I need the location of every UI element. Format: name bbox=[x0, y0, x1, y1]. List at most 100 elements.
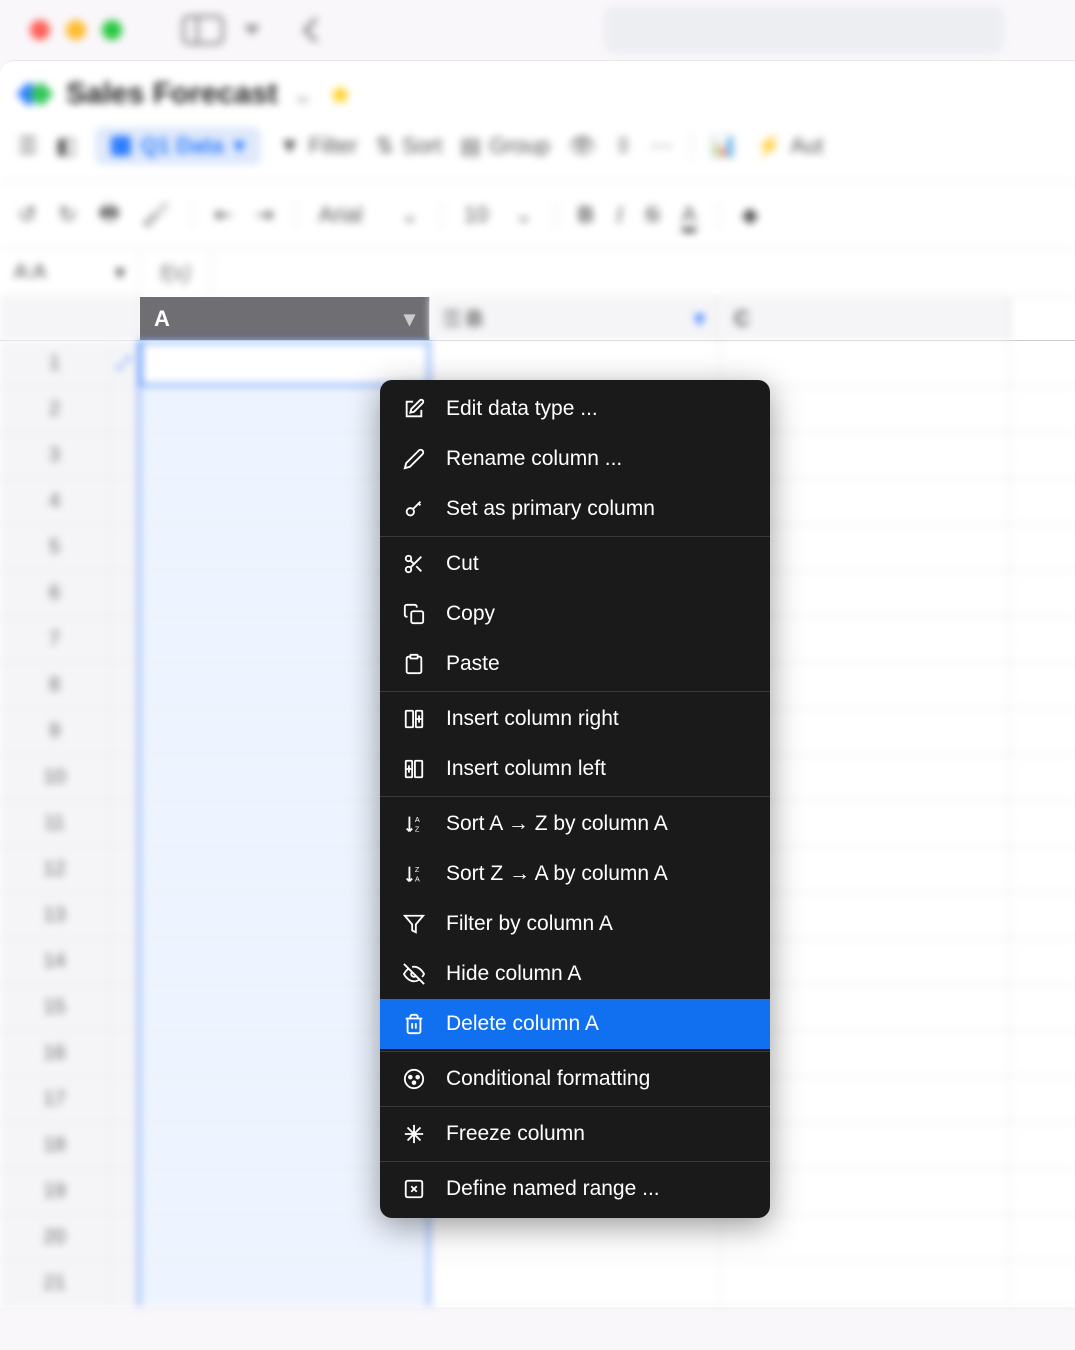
row-header[interactable]: 11 bbox=[0, 801, 110, 846]
row-header[interactable]: 4 bbox=[0, 479, 110, 524]
clipboard-icon bbox=[402, 652, 426, 676]
menu-named-range[interactable]: Define named range ... bbox=[380, 1164, 770, 1214]
back-icon[interactable] bbox=[302, 17, 327, 42]
redo-icon[interactable]: ↻ bbox=[58, 202, 76, 228]
row-header[interactable]: 5 bbox=[0, 525, 110, 570]
row-header[interactable]: 1 bbox=[0, 341, 110, 386]
filter-button[interactable]: ▼Filter bbox=[279, 133, 358, 159]
row-header[interactable]: 8 bbox=[0, 663, 110, 708]
menu-rename-column[interactable]: Rename column ... bbox=[380, 434, 770, 484]
row-header[interactable]: 15 bbox=[0, 985, 110, 1030]
row-header[interactable]: 7 bbox=[0, 617, 110, 662]
document-title[interactable]: Sales Forecast bbox=[66, 77, 278, 111]
row-header[interactable]: 3 bbox=[0, 433, 110, 478]
trash-icon bbox=[402, 1012, 426, 1036]
strikethrough-button[interactable]: S bbox=[645, 202, 660, 228]
row-header[interactable]: 6 bbox=[0, 571, 110, 616]
indent-increase-icon[interactable]: ⇥ bbox=[255, 202, 273, 228]
row-header[interactable]: 21 bbox=[0, 1261, 110, 1306]
menu-insert-left[interactable]: Insert column left bbox=[380, 744, 770, 794]
menu-filter-by-column[interactable]: Filter by column A bbox=[380, 899, 770, 949]
cell[interactable] bbox=[140, 1215, 430, 1260]
menu-separator bbox=[380, 691, 770, 692]
sort-button[interactable]: ⇅Sort bbox=[375, 133, 442, 159]
name-box[interactable]: A:A ▾ bbox=[0, 249, 140, 296]
sort-az-icon: AZ bbox=[402, 812, 426, 836]
menu-copy[interactable]: Copy bbox=[380, 589, 770, 639]
row-header[interactable]: 18 bbox=[0, 1123, 110, 1168]
automate-button[interactable]: ⚡Aut bbox=[755, 133, 823, 159]
undo-icon[interactable]: ↺ bbox=[18, 202, 36, 228]
menu-delete-column[interactable]: Delete column A bbox=[380, 999, 770, 1049]
row-header[interactable]: 19 bbox=[0, 1169, 110, 1214]
menu-hide-column[interactable]: Hide column A bbox=[380, 949, 770, 999]
menu-edit-data-type[interactable]: Edit data type ... bbox=[380, 384, 770, 434]
group-button[interactable]: ▤Group bbox=[460, 133, 550, 159]
row-header[interactable]: 9 bbox=[0, 709, 110, 754]
cell[interactable] bbox=[720, 1215, 1010, 1260]
chevron-down-icon[interactable] bbox=[244, 25, 260, 35]
indent-decrease-icon[interactable]: ⇤ bbox=[215, 202, 233, 228]
cell[interactable] bbox=[720, 341, 1010, 386]
svg-text:Z: Z bbox=[415, 824, 420, 833]
italic-button[interactable]: I bbox=[616, 202, 623, 228]
column-header-row: A ▾ ⚿ B ▾ C bbox=[0, 297, 1075, 341]
menu-freeze-column[interactable]: Freeze column bbox=[380, 1109, 770, 1159]
select-all-corner[interactable] bbox=[0, 297, 140, 340]
menu-cut[interactable]: Cut bbox=[380, 539, 770, 589]
expand-row-icon[interactable]: ⤢ bbox=[110, 341, 140, 386]
document-title-chevron-icon[interactable]: ⌄ bbox=[292, 79, 314, 110]
row-header[interactable]: 14 bbox=[0, 939, 110, 984]
menu-icon[interactable]: ☰ bbox=[18, 133, 38, 159]
more-icon[interactable]: ⋯ bbox=[651, 133, 673, 159]
close-window-button[interactable] bbox=[30, 20, 50, 40]
panel-icon[interactable]: ◧ bbox=[56, 133, 77, 159]
row-header[interactable]: 17 bbox=[0, 1077, 110, 1122]
menu-set-primary[interactable]: Set as primary column bbox=[380, 484, 770, 534]
row-header[interactable]: 16 bbox=[0, 1031, 110, 1076]
column-header-b[interactable]: ⚿ B ▾ bbox=[430, 297, 720, 340]
menu-insert-right[interactable]: Insert column right bbox=[380, 694, 770, 744]
format-paint-icon[interactable]: 🖌 bbox=[142, 202, 170, 228]
grid-view-icon bbox=[111, 136, 131, 156]
view-selector[interactable]: Q1 Data ▾ bbox=[95, 127, 261, 165]
column-dropdown-icon[interactable]: ▾ bbox=[694, 306, 705, 332]
row-header[interactable]: 20 bbox=[0, 1215, 110, 1260]
visibility-icon[interactable]: 👁 bbox=[568, 133, 596, 159]
fx-icon[interactable]: f(x) bbox=[140, 249, 212, 296]
address-search-bar[interactable] bbox=[604, 6, 1004, 54]
minimize-window-button[interactable] bbox=[66, 20, 86, 40]
cell[interactable] bbox=[140, 1261, 430, 1306]
print-icon[interactable]: 🖶 bbox=[99, 196, 120, 234]
row-height-icon[interactable]: ⇳ bbox=[614, 133, 632, 159]
maximize-window-button[interactable] bbox=[102, 20, 122, 40]
font-size-selector[interactable]: 10⌄ bbox=[464, 202, 533, 228]
toolbar-divider bbox=[555, 201, 556, 229]
column-header-a[interactable]: A ▾ bbox=[140, 297, 430, 340]
menu-sort-za[interactable]: ZA Sort Z → A by column A bbox=[380, 849, 770, 899]
menu-conditional-formatting[interactable]: Conditional formatting bbox=[380, 1054, 770, 1104]
font-selector[interactable]: Arial⌄ bbox=[318, 202, 418, 228]
menu-sort-az[interactable]: AZ Sort A → Z by column A bbox=[380, 799, 770, 849]
row-header[interactable]: 10 bbox=[0, 755, 110, 800]
fill-color-icon[interactable]: ◆ bbox=[741, 202, 758, 228]
column-dropdown-icon[interactable]: ▾ bbox=[404, 306, 415, 332]
row-header[interactable]: 2 bbox=[0, 387, 110, 432]
bold-button[interactable]: B bbox=[578, 202, 594, 228]
cell[interactable] bbox=[430, 1261, 720, 1306]
cell[interactable] bbox=[720, 1261, 1010, 1306]
row-header[interactable]: 12 bbox=[0, 847, 110, 892]
column-header-c[interactable]: C bbox=[720, 297, 1010, 340]
menu-paste[interactable]: Paste bbox=[380, 639, 770, 689]
cell-a1[interactable] bbox=[140, 341, 430, 386]
cell[interactable] bbox=[430, 1215, 720, 1260]
sidebar-toggle-icon[interactable] bbox=[182, 15, 224, 45]
funnel-icon bbox=[402, 912, 426, 936]
row-header[interactable]: 13 bbox=[0, 893, 110, 938]
svg-text:Z: Z bbox=[415, 865, 420, 874]
star-favorite-icon[interactable]: ★ bbox=[328, 78, 353, 111]
menu-item-label: Edit data type ... bbox=[446, 397, 598, 421]
traffic-lights bbox=[30, 20, 122, 40]
chart-icon[interactable]: 📊 bbox=[710, 133, 737, 159]
text-color-button[interactable]: A bbox=[682, 202, 697, 228]
